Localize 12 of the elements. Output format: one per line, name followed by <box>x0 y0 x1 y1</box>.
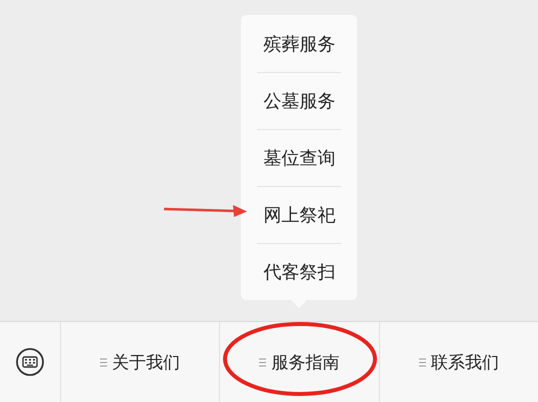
submenu-item[interactable]: 墓位查询 <box>257 129 342 186</box>
submenu-item[interactable]: 代客祭扫 <box>257 243 342 300</box>
submenu-item[interactable]: 殡葬服务 <box>257 15 342 72</box>
menu-icon <box>259 358 266 366</box>
menu-button[interactable]: 联系我们 <box>410 344 507 380</box>
menu-icon <box>418 358 426 366</box>
submenu-item[interactable]: 网上祭祀 <box>257 186 342 243</box>
submenu-item[interactable]: 公墓服务 <box>257 72 342 129</box>
menu-button[interactable]: 关于我们 <box>92 344 188 380</box>
menu-button[interactable]: 服务指南 <box>251 344 348 380</box>
keyboard-icon[interactable] <box>15 347 45 377</box>
menu-icon <box>100 358 108 366</box>
